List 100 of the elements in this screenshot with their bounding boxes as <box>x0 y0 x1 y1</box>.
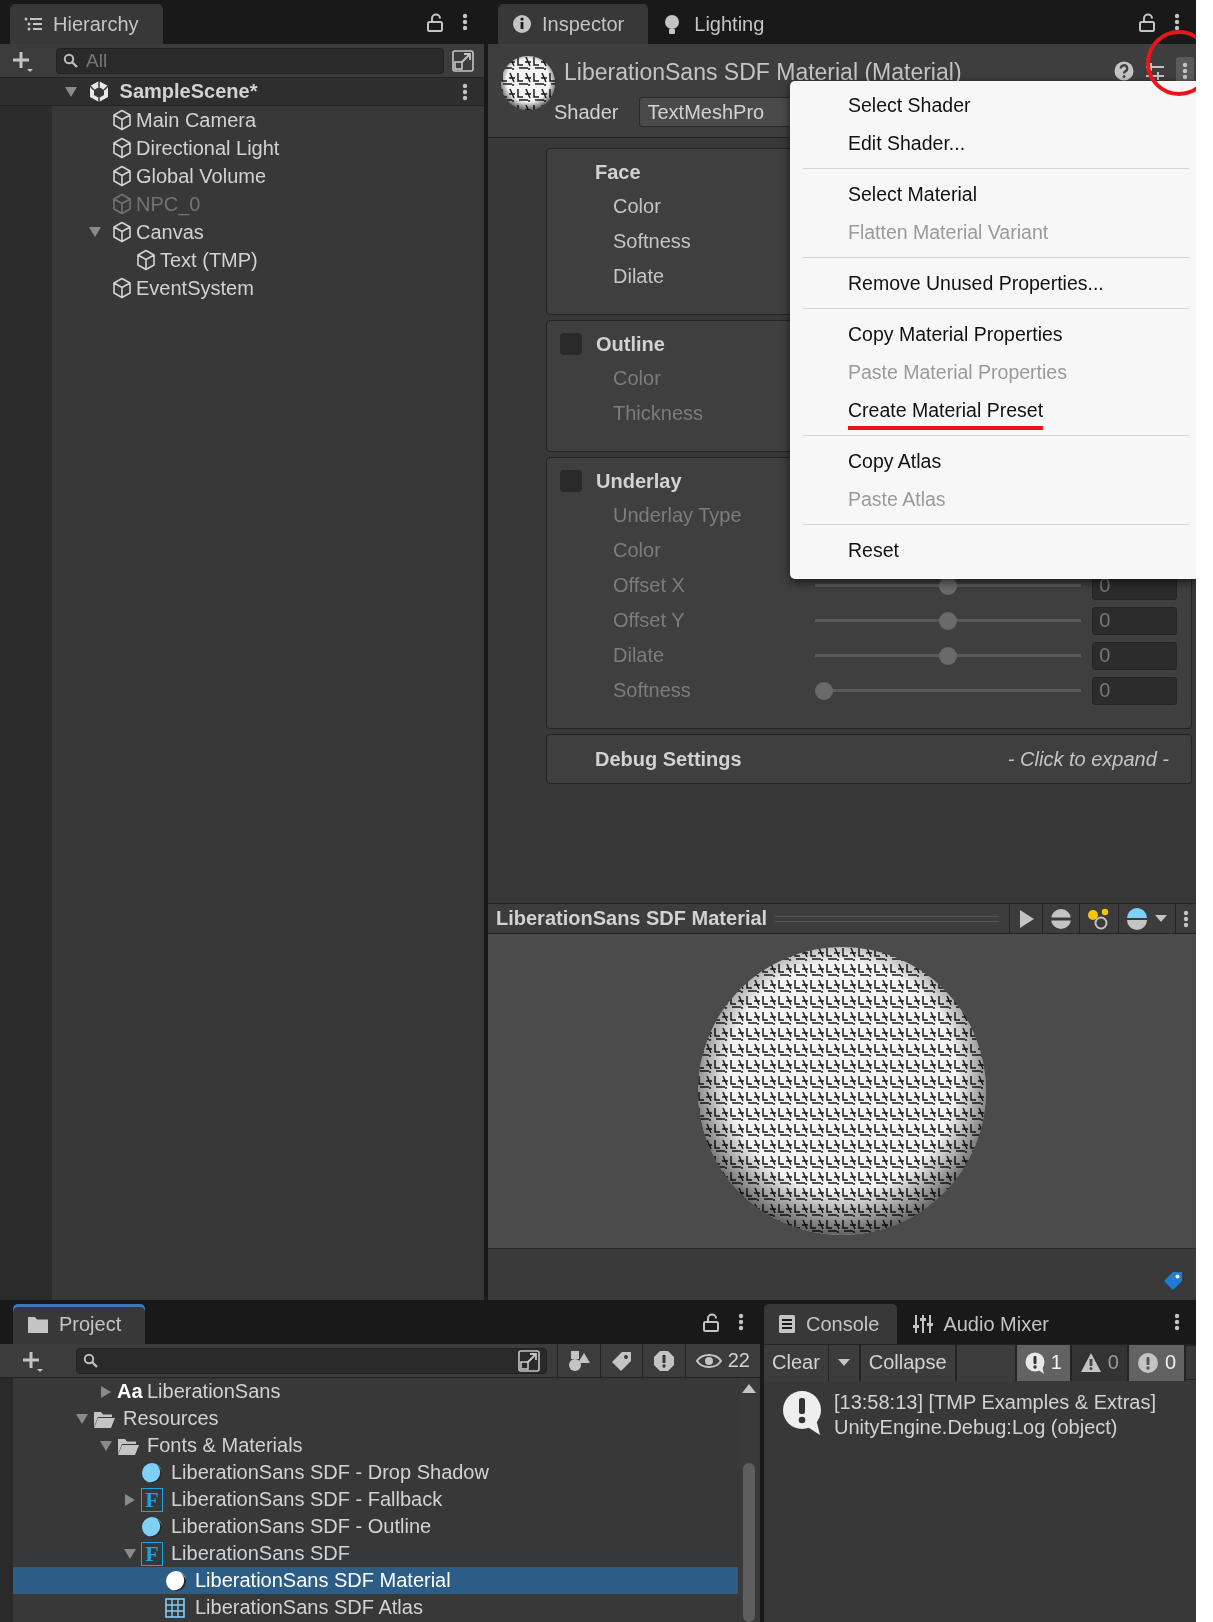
more-icon <box>462 13 468 31</box>
project-item[interactable]: F LiberationSans SDF - Fallback <box>13 1486 738 1513</box>
project-item[interactable]: F LiberationSans SDF <box>13 1540 738 1567</box>
sphere-icon <box>1050 907 1072 930</box>
preset-icon <box>1144 61 1166 81</box>
clear-button[interactable]: Clear <box>764 1344 829 1381</box>
hierarchy-item[interactable]: EventSystem <box>0 274 484 302</box>
panel-tab[interactable]: Audio Mixer <box>899 1304 1067 1344</box>
help-icon <box>1114 61 1134 81</box>
material-icon <box>165 1569 187 1592</box>
panel-tab[interactable]: Console <box>764 1304 898 1344</box>
material-icon <box>141 1461 163 1484</box>
more-icon <box>462 82 468 101</box>
lock-icon <box>702 1312 720 1332</box>
scene-icon <box>88 80 110 103</box>
warning-icon <box>1079 1352 1102 1373</box>
property-label: Thickness <box>612 402 705 425</box>
panel-tab[interactable]: Lighting <box>650 4 789 44</box>
log-entry[interactable]: [13:58:13] [TMP Examples & Extras] UnityEngine.Debug:Log (object) <box>764 1380 1196 1440</box>
panel-tab[interactable]: Project <box>13 1304 146 1344</box>
lock-icon <box>426 12 444 32</box>
menu-item[interactable]: Reset <box>790 531 1196 569</box>
material-thumbnail <box>500 55 556 111</box>
more-icon <box>1183 909 1189 928</box>
slider-thumb[interactable] <box>814 681 833 700</box>
info-bubble-icon <box>1024 1351 1045 1374</box>
property-label: Offset Y <box>612 609 686 632</box>
font-asset-icon: F <box>141 1487 163 1512</box>
dropdown-button[interactable] <box>828 1344 861 1381</box>
hierarchy-item[interactable]: Text (TMP) <box>0 246 484 274</box>
tag-icon <box>1162 1271 1184 1292</box>
list-icon <box>24 17 43 31</box>
cube-icon <box>112 165 132 187</box>
section-title: Underlay <box>596 469 682 493</box>
info-bubble-icon <box>782 1390 824 1436</box>
search-field[interactable] <box>75 1347 547 1374</box>
label-icon <box>610 1349 632 1372</box>
folder-icon <box>27 1314 49 1334</box>
property-label: Color <box>612 539 662 562</box>
slider-thumb[interactable] <box>938 611 957 630</box>
log-message: [13:58:13] [TMP Examples & Extras] <box>834 1390 1156 1415</box>
warning-icon <box>652 1349 675 1372</box>
caret-icon <box>1154 914 1168 923</box>
error-icon <box>1136 1351 1159 1374</box>
cube-icon <box>112 221 132 243</box>
project-item[interactable]: Fonts & Materials <box>13 1432 738 1459</box>
project-item[interactable]: LiberationSans SDF - Outline <box>13 1513 738 1540</box>
hierarchy-item[interactable]: Canvas <box>0 218 484 246</box>
cube-icon <box>112 277 132 299</box>
collapse-button[interactable]: Collapse <box>860 1344 957 1381</box>
cube-icon <box>112 109 132 131</box>
foldout-header[interactable]: Debug Settings - Click to expand - <box>546 734 1192 784</box>
project-item[interactable]: LiberationSans SDF Material <box>13 1567 738 1594</box>
menu-item[interactable]: Copy Material Properties <box>790 315 1196 353</box>
property-label: Color <box>612 195 662 218</box>
hidden-toggle-button[interactable]: 22 <box>684 1343 760 1378</box>
font-asset-icon: F <box>141 1541 163 1566</box>
eye-icon <box>695 1351 722 1370</box>
menu-item[interactable]: Select Material <box>790 175 1196 213</box>
log-detail: UnityEngine.Debug:Log (object) <box>834 1415 1119 1440</box>
property-label: Softness <box>612 230 692 253</box>
project-item[interactable]: Aa LiberationSans <box>13 1378 738 1405</box>
project-item[interactable]: Resources <box>13 1405 738 1432</box>
search-icon <box>63 53 78 68</box>
sliders-icon <box>913 1314 934 1334</box>
document-icon <box>778 1314 796 1334</box>
project-item[interactable]: LiberationSans SDF Atlas <box>13 1594 738 1621</box>
more-icon <box>1182 62 1188 80</box>
more-icon <box>1174 1313 1180 1331</box>
project-item[interactable]: LiberationSans SDF - Drop Shadow <box>13 1459 738 1486</box>
play-icon <box>1017 907 1035 930</box>
menu-item[interactable]: Edit Shader... <box>790 124 1196 162</box>
hierarchy-item[interactable]: Global Volume <box>0 162 484 190</box>
hierarchy-item[interactable]: Directional Light <box>0 134 484 162</box>
property-label: Underlay Type <box>612 504 743 527</box>
shader-label: Shader <box>554 100 619 124</box>
menu-item: Paste Material Properties <box>847 359 1068 385</box>
popout-icon <box>517 1349 540 1372</box>
lights-icon <box>1087 907 1111 930</box>
inspector-title: LiberationSans SDF Material (Material) <box>564 59 963 87</box>
menu-item: Paste Atlas <box>847 486 947 512</box>
cube-icon <box>112 193 132 215</box>
hierarchy-item[interactable]: Main Camera <box>0 106 484 134</box>
warning-filter-button[interactable]: 0 <box>1071 1344 1129 1381</box>
search-field[interactable]: All <box>56 47 444 74</box>
panel-tab[interactable]: Hierarchy <box>10 4 163 44</box>
property-label: Softness <box>612 679 692 702</box>
panel-tab[interactable]: Inspector <box>498 4 649 44</box>
menu-item[interactable]: Create Material Preset <box>790 391 1196 429</box>
scene-item[interactable]: SampleScene* <box>0 78 484 106</box>
foldout-title: Debug Settings <box>595 747 743 771</box>
info-filter-button[interactable]: 1 <box>1016 1344 1072 1381</box>
cube-icon <box>112 137 132 159</box>
error-filter-button[interactable]: 0 <box>1128 1344 1186 1381</box>
material-icon <box>141 1515 163 1538</box>
menu-item[interactable]: Remove Unused Properties... <box>790 264 1196 302</box>
slider-thumb[interactable] <box>938 646 957 665</box>
search-icon <box>82 1353 98 1368</box>
info-icon <box>512 14 532 34</box>
menu-item[interactable]: Copy Atlas <box>790 442 1196 480</box>
